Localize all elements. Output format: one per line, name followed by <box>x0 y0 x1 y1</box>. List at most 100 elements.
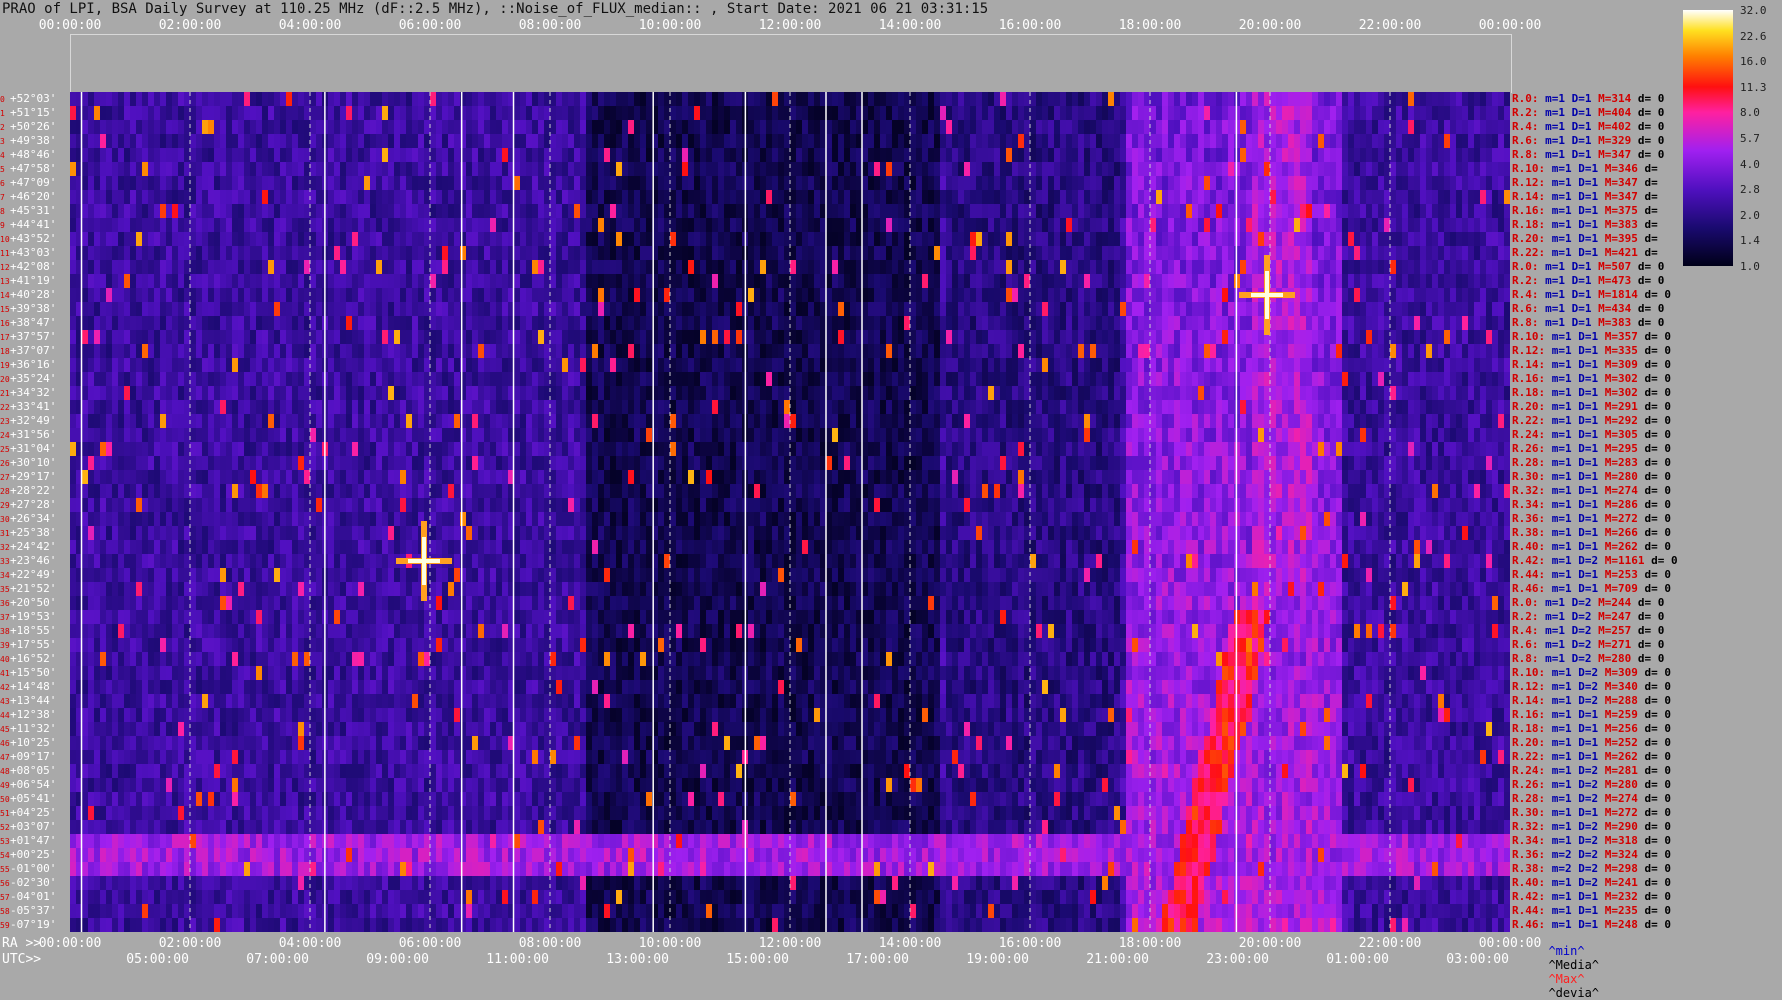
stats-devia: d= 0 <box>1638 274 1665 287</box>
stats-ray: R.34: <box>1512 498 1545 511</box>
colorbar-tick-label: 5.7 <box>1740 132 1760 145</box>
declination-row: 19+36°16' <box>0 358 70 372</box>
stats-ray: R.2: <box>1512 274 1539 287</box>
stats-ray: R.10: <box>1512 666 1545 679</box>
stats-ray: R.0: <box>1512 92 1539 105</box>
utc-prefix: UTC>> <box>2 952 41 967</box>
stats-ray: R.18: <box>1512 722 1545 735</box>
stats-max: M=1814 <box>1598 288 1638 301</box>
stats-row: R.12: m=1 D=1 M=347 d= <box>1512 176 1682 190</box>
stats-row: R.16: m=1 D=1 M=375 d= <box>1512 204 1682 218</box>
ra-tick-label: 06:00:00 <box>399 936 462 951</box>
stats-max: M=241 <box>1605 876 1638 889</box>
stats-devia: d= 0 <box>1644 708 1671 721</box>
stats-ray: R.24: <box>1512 764 1545 777</box>
ra-tick-label: 08:00:00 <box>519 936 582 951</box>
stats-row: R.28: m=1 D=1 M=283 d= 0 <box>1512 456 1682 470</box>
stats-max: M=272 <box>1605 806 1638 819</box>
stats-row: R.18: m=1 D=1 M=302 d= 0 <box>1512 386 1682 400</box>
stats-row: R.36: m=1 D=1 M=272 d= 0 <box>1512 512 1682 526</box>
stats-ray: R.4: <box>1512 624 1539 637</box>
colorbar-tick-label: 2.0 <box>1740 209 1760 222</box>
stats-devia: d= 0 <box>1644 330 1671 343</box>
stats-min-median: m=1 D=1 <box>1552 806 1598 819</box>
stats-min-median: m=1 D=1 <box>1545 274 1591 287</box>
stats-ray: R.14: <box>1512 694 1545 707</box>
stats-max: M=290 <box>1605 820 1638 833</box>
declination-row: 45+11°32' <box>0 722 70 736</box>
declination-value: +43°03' <box>10 246 56 259</box>
beam-index: 18 <box>0 345 10 359</box>
stats-min-median: m=1 D=1 <box>1552 568 1598 581</box>
stats-devia: d= 0 <box>1644 512 1671 525</box>
declination-value: +27°28' <box>10 498 56 511</box>
stats-max: M=309 <box>1605 666 1638 679</box>
stats-devia: d= <box>1644 176 1657 189</box>
stats-max: M=232 <box>1605 890 1638 903</box>
stats-devia: d= 0 <box>1644 792 1671 805</box>
stats-row: R.16: m=1 D=1 M=259 d= 0 <box>1512 708 1682 722</box>
stats-ray: R.12: <box>1512 176 1545 189</box>
stats-devia: d= 0 <box>1644 666 1671 679</box>
declination-value: +50°26' <box>10 120 56 133</box>
declination-value: +45°31' <box>10 204 56 217</box>
declination-row: 34+22°49' <box>0 568 70 582</box>
declination-value: -04°01' <box>10 890 56 903</box>
stats-ray: R.22: <box>1512 750 1545 763</box>
stats-devia: d= 0 <box>1644 470 1671 483</box>
stats-row: R.0: m=1 D=1 M=507 d= 0 <box>1512 260 1682 274</box>
stats-devia: d= 0 <box>1644 498 1671 511</box>
stats-min-median: m=1 D=1 <box>1545 134 1591 147</box>
declination-value: +17°55' <box>10 638 56 651</box>
stats-min-median: m=1 D=1 <box>1552 736 1598 749</box>
declination-value: -01°00' <box>10 862 56 875</box>
beam-index: 9 <box>0 219 10 233</box>
ra-tick-label: 10:00:00 <box>639 936 702 951</box>
stats-ray: R.8: <box>1512 148 1539 161</box>
declination-value: +28°22' <box>10 484 56 497</box>
stats-devia: d= 0 <box>1638 624 1665 637</box>
stats-max: M=314 <box>1598 92 1631 105</box>
declination-row: 30+26°34' <box>0 512 70 526</box>
spectrogram-heatmap <box>70 92 1510 932</box>
declination-row: 8+45°31' <box>0 204 70 218</box>
beam-index: 27 <box>0 471 10 485</box>
stats-min-median: m=1 D=2 <box>1552 778 1598 791</box>
beam-index: 8 <box>0 205 10 219</box>
stats-devia: d= 0 <box>1644 414 1671 427</box>
colorbar-tick-label: 8.0 <box>1740 106 1760 119</box>
stats-ray: R.28: <box>1512 456 1545 469</box>
stats-min-median: m=1 D=1 <box>1545 260 1591 273</box>
stats-ray: R.6: <box>1512 302 1539 315</box>
top-tick-label: 00:00:00 <box>39 18 102 33</box>
stats-row: R.30: m=1 D=1 M=280 d= 0 <box>1512 470 1682 484</box>
beam-index: 10 <box>0 233 10 247</box>
top-tick-label: 06:00:00 <box>399 18 462 33</box>
stats-max: M=281 <box>1605 764 1638 777</box>
ra-prefix: RA >> <box>2 936 41 951</box>
beam-index: 54 <box>0 849 10 863</box>
stats-devia: d= 0 <box>1638 316 1665 329</box>
stats-row: R.40: m=1 D=2 M=241 d= 0 <box>1512 876 1682 890</box>
stats-devia: d= 0 <box>1644 372 1671 385</box>
stats-min-median: m=1 D=1 <box>1552 162 1598 175</box>
declination-value: +24°42' <box>10 540 56 553</box>
beam-index: 31 <box>0 527 10 541</box>
stats-devia: d= <box>1644 190 1657 203</box>
declination-row: 4+48°46' <box>0 148 70 162</box>
stats-row: R.40: m=1 D=1 M=262 d= 0 <box>1512 540 1682 554</box>
stats-max: M=434 <box>1598 302 1631 315</box>
declination-value: +33°41' <box>10 400 56 413</box>
stats-devia: d= 0 <box>1638 148 1665 161</box>
stats-devia: d= <box>1644 246 1657 259</box>
colorbar-tick-label: 22.6 <box>1740 30 1767 43</box>
stats-max: M=266 <box>1605 526 1638 539</box>
beam-index: 58 <box>0 905 10 919</box>
stats-legend: ^min^ ^Media^ ^Max^ ^devia^ <box>1534 930 1599 1000</box>
row-statistics: R.0: m=1 D=1 M=314 d= 0R.2: m=1 D=1 M=40… <box>1512 92 1682 932</box>
colorbar-gradient <box>1683 10 1733 266</box>
stats-row: R.34: m=1 D=2 M=318 d= 0 <box>1512 834 1682 848</box>
stats-devia: d= 0 <box>1644 848 1671 861</box>
stats-max: M=295 <box>1605 442 1638 455</box>
declination-value: +26°34' <box>10 512 56 525</box>
